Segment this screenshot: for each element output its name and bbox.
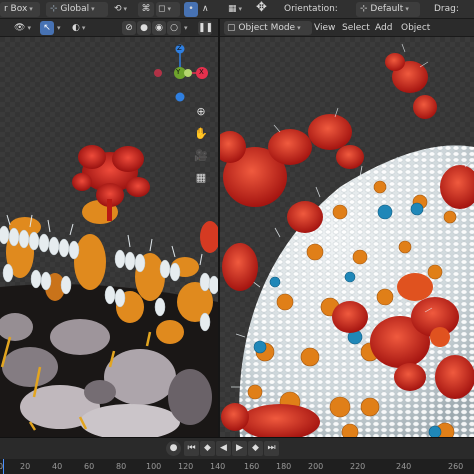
- object-mode-dropdown[interactable]: ▢ Object Mode ▾: [224, 21, 312, 35]
- tick-220: 220: [350, 462, 366, 471]
- overlay-icon[interactable]: ◐ ▾: [72, 21, 85, 35]
- box-select-dropdown[interactable]: r Box ▾: [0, 2, 40, 17]
- object-mode-label: Object Mode: [238, 23, 296, 33]
- tick-100: 100: [146, 462, 162, 471]
- timeline-editor[interactable]: ● ⏮ ◆ ◀ ▶ ◆ ⏭ 0 20 40 60 80 100 120 140 …: [0, 437, 474, 474]
- hand-icon[interactable]: ✋: [192, 125, 210, 143]
- chevron-down-icon[interactable]: ▾: [55, 21, 61, 35]
- chevron-down-icon: ▾: [405, 5, 409, 13]
- falloff-icon[interactable]: ∧: [202, 2, 209, 17]
- box-select-label: r Box: [4, 4, 28, 14]
- x-axis-label: X: [199, 68, 204, 76]
- navigation-gizmo[interactable]: Y X Z: [152, 43, 208, 103]
- transform-orientation-dropdown[interactable]: ⊹ Global ▾: [46, 2, 108, 17]
- object-mode-icon: ▢: [227, 23, 236, 33]
- tick-20: 20: [20, 462, 31, 471]
- snap-icon[interactable]: ⌘: [138, 2, 154, 17]
- transform-orientation-label: Global: [60, 4, 90, 14]
- select-tool-icon[interactable]: ↖: [40, 21, 54, 35]
- tick-160: 160: [244, 462, 260, 471]
- grid-icon[interactable]: ▦: [192, 169, 210, 187]
- playback-controls-bar: ● ⏮ ◆ ◀ ▶ ◆ ⏭: [0, 438, 474, 459]
- left-viewport-header: 👁 ▾ ↖ ▾ ◐ ▾ ⊘ ● ◉ ○ ▾ ❚❚: [0, 19, 218, 37]
- tick-200: 200: [308, 462, 324, 471]
- right-viewport-header: ▢ Object Mode ▾ View Select Add Object: [220, 19, 474, 37]
- orientation-dropdown-icon: ⊹: [360, 4, 368, 14]
- menu-view[interactable]: View: [314, 21, 335, 35]
- pause-icon[interactable]: ❚❚: [198, 21, 213, 35]
- drag-label: Drag:: [434, 4, 459, 14]
- tick-260: 260: [448, 462, 464, 471]
- proportional-editing-icon[interactable]: ◻ ▾: [156, 2, 180, 17]
- jump-start-icon[interactable]: ⏮: [184, 441, 199, 456]
- orientation-label: Orientation:: [284, 4, 338, 14]
- play-reverse-icon[interactable]: ◀: [216, 441, 231, 456]
- chevron-down-icon: ▾: [29, 5, 33, 13]
- record-icon[interactable]: ●: [166, 441, 181, 456]
- next-key-icon[interactable]: ◆: [248, 441, 263, 456]
- menu-add[interactable]: Add: [375, 21, 392, 35]
- top-header: r Box ▾ ⊹ Global ▾ ⟲ ▾ ⌘ ◻ ▾ • ∧ ▦ ▾ ✥ Orient…: [0, 0, 474, 19]
- visibility-eye-icon[interactable]: 👁 ▾: [14, 21, 31, 35]
- virus-render: [220, 37, 474, 437]
- rendered-shading-icon[interactable]: ○: [167, 21, 181, 35]
- frame-ruler[interactable]: 0 20 40 60 80 100 120 140 160 180 200 22…: [0, 459, 474, 474]
- material-shading-icon[interactable]: ◉: [152, 21, 166, 35]
- tick-120: 120: [178, 462, 194, 471]
- chevron-down-icon: ▾: [91, 5, 95, 13]
- wireframe-icon[interactable]: ⊘: [122, 21, 136, 35]
- tick-240: 240: [396, 462, 412, 471]
- orientation-icon: ⊹: [50, 4, 58, 14]
- menu-object[interactable]: Object: [401, 21, 430, 35]
- playhead[interactable]: [3, 459, 4, 474]
- orientation-dropdown[interactable]: ⊹ Default ▾: [356, 2, 420, 17]
- chevron-down-icon[interactable]: ▾: [182, 21, 188, 35]
- tick-40: 40: [52, 462, 63, 471]
- chevron-down-icon: ▾: [297, 24, 301, 32]
- tick-80: 80: [116, 462, 127, 471]
- editor-type-icon[interactable]: ▦ ▾: [228, 2, 242, 17]
- solid-shading-icon[interactable]: ●: [137, 21, 151, 35]
- camera-icon[interactable]: 🎥: [192, 147, 210, 165]
- zoom-icon[interactable]: ⊕: [192, 103, 210, 121]
- z-axis-label: Z: [177, 44, 182, 52]
- orientation-value: Default: [370, 4, 404, 14]
- play-icon[interactable]: ▶: [232, 441, 247, 456]
- prev-key-icon[interactable]: ◆: [200, 441, 215, 456]
- left-viewport[interactable]: Y X Z ⊕ ✋ 🎥 ▦: [0, 37, 218, 437]
- tick-140: 140: [210, 462, 226, 471]
- tick-60: 60: [84, 462, 95, 471]
- menu-select[interactable]: Select: [342, 21, 370, 35]
- proportional-toggle-icon[interactable]: •: [184, 2, 198, 17]
- tick-180: 180: [276, 462, 292, 471]
- right-viewport[interactable]: [220, 37, 474, 437]
- pivot-icon[interactable]: ⟲ ▾: [114, 2, 127, 17]
- move-gizmo-icon[interactable]: ✥: [256, 0, 267, 15]
- jump-end-icon[interactable]: ⏭: [264, 441, 279, 456]
- y-axis-label: Y: [176, 68, 181, 76]
